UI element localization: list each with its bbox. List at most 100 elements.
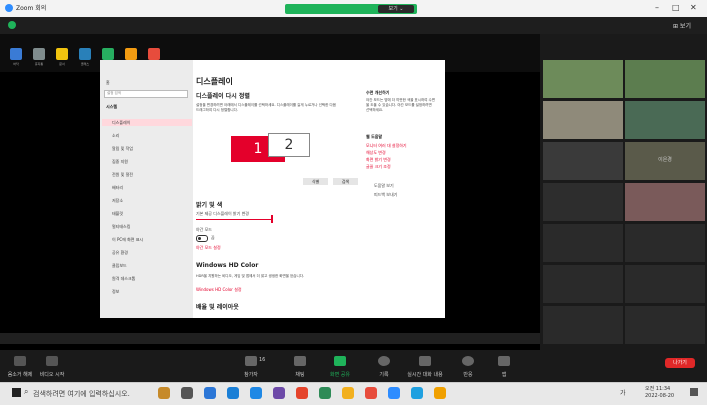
- brightness-slider-handle[interactable]: [271, 215, 273, 223]
- shared-windows-taskbar: [0, 333, 540, 344]
- participant-tile[interactable]: [543, 60, 623, 98]
- side-help-link[interactable]: 해상도 변경: [366, 150, 386, 156]
- participant-tile[interactable]: [625, 306, 705, 344]
- participant-tile[interactable]: [625, 183, 705, 221]
- settings-nav-item[interactable]: 이 PC에 화면 표시: [112, 237, 143, 243]
- live-transcript-button[interactable]: 실시간 대화 내용: [405, 371, 445, 378]
- start-video-button[interactable]: 비디오 시작: [32, 371, 72, 378]
- settings-nav-item[interactable]: 알림 및 작업: [112, 146, 133, 152]
- night-light-toggle-knob: [198, 237, 201, 240]
- screen-share-indicator[interactable]: 보기 ⌄: [285, 4, 417, 14]
- taskbar-app-icon[interactable]: [158, 387, 170, 399]
- video-off-icon[interactable]: [46, 356, 58, 366]
- notification-icon[interactable]: [690, 388, 698, 396]
- help-link[interactable]: 도움말 보기: [374, 183, 394, 189]
- chat-icon[interactable]: [294, 356, 306, 366]
- record-icon[interactable]: [378, 356, 390, 366]
- participant-tile[interactable]: [625, 265, 705, 303]
- participant-tile[interactable]: [543, 265, 623, 303]
- record-button[interactable]: 기록: [364, 371, 404, 378]
- reactions-icon[interactable]: [462, 356, 474, 366]
- taskbar-app-icon[interactable]: [365, 387, 377, 399]
- share-screen-button[interactable]: 화면 공유: [320, 371, 360, 378]
- nav-home[interactable]: 홈: [106, 80, 110, 86]
- maximize-button[interactable]: □: [672, 3, 680, 12]
- windows-start-icon[interactable]: [12, 388, 21, 397]
- settings-nav-item[interactable]: 배터리: [112, 185, 123, 191]
- close-button[interactable]: ✕: [690, 3, 697, 12]
- participant-tile[interactable]: [625, 224, 705, 262]
- settings-nav-item[interactable]: 클립보드: [112, 263, 127, 269]
- minimize-button[interactable]: –: [655, 3, 659, 12]
- desktop-app-icon[interactable]: [33, 48, 45, 60]
- brightness-label: 기본 제공 디스플레이 밝기 변경: [196, 211, 249, 216]
- taskbar-clock[interactable]: 오전 11:34 2022-08-20: [645, 386, 674, 400]
- side-help-link[interactable]: 모니터 여러 대 설정하기: [366, 143, 407, 149]
- participants-icon[interactable]: [245, 356, 257, 366]
- share-view-menu[interactable]: 보기 ⌄: [378, 5, 414, 13]
- participant-tile[interactable]: [543, 224, 623, 262]
- taskbar-app-icon[interactable]: [411, 387, 423, 399]
- taskbar-app-icon[interactable]: [319, 387, 331, 399]
- settings-nav-item[interactable]: 정보: [112, 289, 119, 295]
- participant-tile[interactable]: [543, 142, 623, 180]
- settings-nav-item[interactable]: 전원 및 절전: [112, 172, 133, 178]
- settings-nav-item[interactable]: 공유 환경: [112, 250, 128, 256]
- feedback-link[interactable]: 피드백 보내기: [374, 192, 397, 198]
- taskbar-app-icon[interactable]: [204, 387, 216, 399]
- clock-date: 2022-08-20: [645, 393, 675, 399]
- taskbar-app-icon[interactable]: [181, 387, 193, 399]
- identify-button[interactable]: 식별: [303, 178, 328, 185]
- taskbar-search-input[interactable]: 검색하려면 여기에 입력하십시오.: [33, 389, 130, 399]
- taskbar-app-icon[interactable]: [296, 387, 308, 399]
- detect-button[interactable]: 검색: [333, 178, 358, 185]
- monitor-2[interactable]: 2: [268, 133, 310, 157]
- desktop-app-icon[interactable]: [10, 48, 22, 60]
- taskbar-app-icon[interactable]: [342, 387, 354, 399]
- chat-button[interactable]: 채팅: [280, 371, 320, 378]
- clock-time: 오전 11:34: [645, 386, 671, 392]
- settings-nav-item[interactable]: 소리: [112, 133, 119, 139]
- desktop-app-icon[interactable]: [148, 48, 160, 60]
- apps-button[interactable]: 앱: [484, 371, 524, 378]
- desktop-app-icon[interactable]: [125, 48, 137, 60]
- side-help-link[interactable]: 화면 밝기 변경: [366, 157, 391, 163]
- night-light-settings-link[interactable]: 야간 모드 설정: [196, 245, 221, 251]
- taskbar-app-icon[interactable]: [434, 387, 446, 399]
- apps-icon[interactable]: [498, 356, 510, 366]
- ime-language-indicator[interactable]: 가: [620, 388, 626, 397]
- hdr-settings-link[interactable]: Windows HD Color 설정: [196, 287, 242, 293]
- search-icon[interactable]: ⌕: [24, 387, 28, 397]
- settings-nav-item[interactable]: 태블릿: [112, 211, 123, 217]
- taskbar-app-icon[interactable]: [227, 387, 239, 399]
- taskbar-app-icon[interactable]: [250, 387, 262, 399]
- settings-nav-item[interactable]: 디스플레이: [112, 120, 130, 126]
- participant-tile[interactable]: [543, 306, 623, 344]
- leave-meeting-button[interactable]: 나가기: [665, 358, 695, 368]
- side-help-link[interactable]: 글꼴 크기 조정: [366, 164, 391, 170]
- desktop-app-icon[interactable]: [79, 48, 91, 60]
- night-light-label: 야간 모드: [196, 227, 212, 232]
- participant-tile[interactable]: [543, 101, 623, 139]
- taskbar-app-icon[interactable]: [273, 387, 285, 399]
- settings-nav-item[interactable]: 집중 지원: [112, 159, 128, 165]
- taskbar-app-icon[interactable]: [388, 387, 400, 399]
- participant-tile[interactable]: [543, 183, 623, 221]
- share-screen-icon[interactable]: [334, 356, 346, 366]
- settings-nav-item[interactable]: 저장소: [112, 198, 123, 204]
- settings-search-input[interactable]: 설정 검색: [104, 90, 188, 98]
- settings-nav-item[interactable]: 멀티태스킹: [112, 224, 130, 230]
- view-button[interactable]: ⊞ 보기: [673, 21, 691, 30]
- participants-button[interactable]: 참가자: [231, 371, 271, 378]
- settings-search-placeholder: 설정 검색: [107, 91, 121, 95]
- security-shield-icon[interactable]: [8, 21, 16, 29]
- settings-nav-item[interactable]: 원격 데스크톱: [112, 276, 135, 282]
- desktop-app-icon[interactable]: [102, 48, 114, 60]
- brightness-slider[interactable]: [196, 219, 272, 220]
- microphone-muted-icon[interactable]: [14, 356, 26, 366]
- participant-tile[interactable]: [625, 60, 705, 98]
- caption-icon[interactable]: [419, 356, 431, 366]
- reactions-button[interactable]: 반응: [448, 371, 488, 378]
- desktop-app-icon[interactable]: [56, 48, 68, 60]
- participant-tile[interactable]: [625, 101, 705, 139]
